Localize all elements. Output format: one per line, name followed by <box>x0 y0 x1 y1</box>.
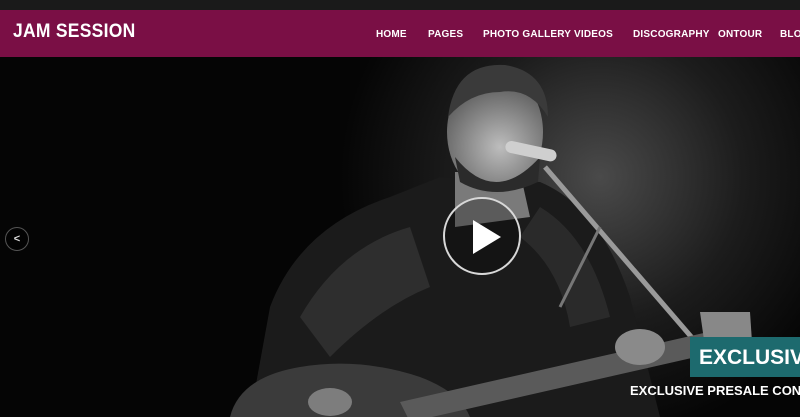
play-icon <box>473 220 501 254</box>
nav-item-pages[interactable]: PAGES <box>428 29 463 40</box>
top-strip <box>0 0 800 10</box>
nav-item-ontour[interactable]: ONTOUR <box>718 29 762 40</box>
nav-item-blog[interactable]: BLOG <box>780 29 800 40</box>
nav-item-photo-gallery[interactable]: PHOTO GALLERY <box>483 29 571 40</box>
slide-caption-subtitle: EXCLUSIVE PRESALE CONCERT T <box>630 383 800 398</box>
nav-item-videos[interactable]: VIDEOS <box>574 29 613 40</box>
site-logo[interactable]: JAM SESSION <box>13 21 136 43</box>
nav-item-discography[interactable]: DISCOGRAPHY <box>633 29 710 40</box>
nav-item-home[interactable]: HOME <box>376 29 407 40</box>
main-navbar: JAM SESSION HOME PAGES PHOTO GALLERY VID… <box>0 10 800 57</box>
hero-image <box>0 57 800 417</box>
slider-prev-button[interactable]: < <box>5 227 29 251</box>
video-play-button[interactable] <box>443 197 521 275</box>
slide-caption-title: EXCLUSIVE T <box>690 337 800 377</box>
hero-slider: < EXCLUSIVE T EXCLUSIVE PRESALE CONCERT … <box>0 57 800 417</box>
